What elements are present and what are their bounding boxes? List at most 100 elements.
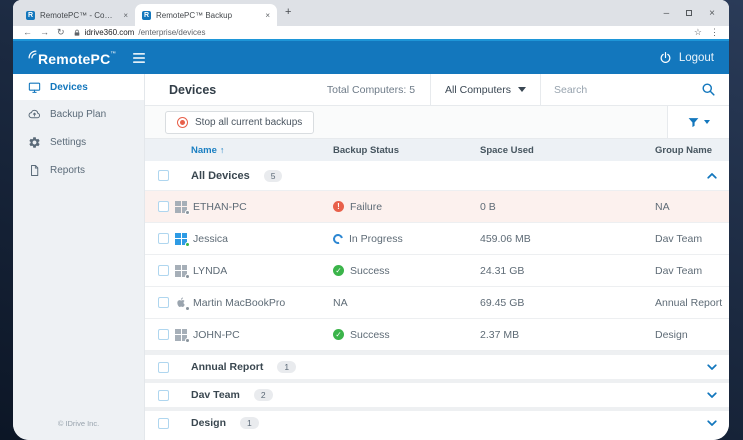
collapse-chevron-up-icon[interactable] <box>705 169 719 183</box>
filter-funnel-icon <box>687 116 700 129</box>
column-name[interactable]: Name↑ <box>145 145 333 156</box>
expand-chevron-down-icon[interactable] <box>705 388 719 402</box>
success-icon: ✓ <box>333 329 344 340</box>
minimize-button[interactable]: – <box>664 8 670 19</box>
row-checkbox[interactable] <box>158 329 169 340</box>
backup-status: In Progress <box>349 233 403 245</box>
device-rows: ETHAN-PC!Failure0 BNAJessicaIn Progress4… <box>145 191 729 351</box>
presence-dot <box>185 306 190 311</box>
bookmark-star-icon[interactable]: ☆ <box>694 28 702 37</box>
close-window-button[interactable]: × <box>709 8 715 19</box>
stop-all-backups-button[interactable]: Stop all current backups <box>165 111 314 134</box>
sidebar-item-backup-plan[interactable]: Backup Plan <box>13 100 144 128</box>
desktop-background: R RemotePC™ - Computers × R RemotePC™ Ba… <box>0 0 743 440</box>
sidebar-item-label: Reports <box>50 165 85 176</box>
chevron-down-icon <box>704 120 710 124</box>
browser-menu-icon[interactable]: ⋮ <box>710 28 719 37</box>
copyright-label: © IDrive Inc. <box>13 419 144 428</box>
group-row[interactable]: Annual Report1 <box>145 351 729 379</box>
group-row[interactable]: Design1 <box>145 407 729 435</box>
report-icon <box>28 164 41 177</box>
all-devices-row[interactable]: All Devices 5 <box>145 161 729 191</box>
signal-arcs-icon <box>28 50 37 59</box>
group-name: NA <box>655 201 670 213</box>
group-label: Design <box>191 417 226 429</box>
window-controls: – × <box>664 8 723 19</box>
backup-status: NA <box>333 297 348 309</box>
device-name: LYNDA <box>193 265 227 277</box>
space-used: 69.45 GB <box>480 297 524 309</box>
windows-logo-icon <box>175 329 187 341</box>
chevron-down-icon <box>518 87 526 92</box>
device-row[interactable]: LYNDA✓Success24.31 GBDav Team <box>145 255 729 287</box>
new-tab-button[interactable]: + <box>285 7 291 20</box>
group-label: Dav Team <box>191 389 240 401</box>
reload-icon[interactable]: ↻ <box>57 28 65 37</box>
tab-title: RemotePC™ Backup <box>156 11 260 20</box>
sidebar-item-settings[interactable]: Settings <box>13 128 144 156</box>
device-name: Martin MacBookPro <box>193 297 285 309</box>
forward-icon[interactable]: → <box>40 28 49 37</box>
device-row[interactable]: JOHN-PC✓Success2.37 MBDesign <box>145 319 729 351</box>
gear-icon <box>28 136 41 149</box>
backup-status: Failure <box>350 201 382 213</box>
table-header: Name↑ Backup Status Space Used Group Nam… <box>145 139 729 161</box>
windows-logo-icon <box>175 233 187 245</box>
monitor-icon <box>28 81 41 94</box>
presence-dot <box>185 210 190 215</box>
group-checkbox[interactable] <box>158 362 169 373</box>
device-count-badge: 5 <box>264 170 283 182</box>
row-checkbox[interactable] <box>158 233 169 244</box>
sort-ascending-icon: ↑ <box>220 145 225 155</box>
device-row[interactable]: ETHAN-PC!Failure0 BNA <box>145 191 729 223</box>
expand-chevron-down-icon[interactable] <box>705 416 719 430</box>
column-group-name[interactable]: Group Name <box>655 145 695 156</box>
row-checkbox[interactable] <box>158 201 169 212</box>
space-used: 2.37 MB <box>480 329 519 341</box>
tab-remotepc-computers[interactable]: R RemotePC™ - Computers × <box>19 4 135 26</box>
presence-dot <box>185 338 190 343</box>
success-icon: ✓ <box>333 265 344 276</box>
app-body: Devices Backup Plan Settings <box>13 74 729 440</box>
expand-chevron-down-icon[interactable] <box>705 360 719 374</box>
browser-tab-bar: R RemotePC™ - Computers × R RemotePC™ Ba… <box>13 0 729 26</box>
device-name: ETHAN-PC <box>193 201 247 213</box>
group-count-badge: 2 <box>254 389 273 401</box>
column-backup-status[interactable]: Backup Status <box>333 145 480 156</box>
apple-logo-icon <box>175 296 187 309</box>
hamburger-menu-icon[interactable] <box>132 52 146 64</box>
devices-toolbar: Devices Total Computers: 5 All Computers <box>145 74 729 106</box>
group-name: Annual Report <box>655 297 722 309</box>
logout-button[interactable]: Logout <box>659 51 714 64</box>
windows-logo-icon <box>175 201 187 213</box>
search-input[interactable] <box>541 84 701 96</box>
stop-record-icon <box>177 117 188 128</box>
maximize-button[interactable] <box>686 10 692 16</box>
computers-dropdown[interactable]: All Computers <box>431 84 540 96</box>
device-name: Jessica <box>193 233 228 245</box>
address-bar[interactable]: idrive360.com/enterprise/devices <box>73 28 686 37</box>
filter-button[interactable] <box>667 106 729 138</box>
group-checkbox[interactable] <box>158 418 169 429</box>
device-row[interactable]: JessicaIn Progress459.06 MBDav Team <box>145 223 729 255</box>
url-path: /enterprise/devices <box>138 28 205 37</box>
group-checkbox[interactable] <box>158 390 169 401</box>
tab-close-icon[interactable]: × <box>123 11 128 20</box>
column-space-used[interactable]: Space Used <box>480 145 655 156</box>
sidebar-item-label: Settings <box>50 137 86 148</box>
tab-close-icon[interactable]: × <box>265 11 270 20</box>
stop-all-backups-label: Stop all current backups <box>195 117 302 128</box>
backup-status: Success <box>350 265 390 277</box>
device-row[interactable]: Martin MacBookPro NA 69.45 GB Annual Report <box>145 287 729 319</box>
row-checkbox[interactable] <box>158 265 169 276</box>
sidebar-item-reports[interactable]: Reports <box>13 156 144 184</box>
row-checkbox[interactable] <box>158 297 169 308</box>
tab-remotepc-backup[interactable]: R RemotePC™ Backup × <box>135 4 277 26</box>
all-devices-checkbox[interactable] <box>158 170 169 181</box>
group-row[interactable]: Dav Team 2 <box>145 379 729 407</box>
url-domain: idrive360.com <box>85 28 135 37</box>
back-icon[interactable]: ← <box>23 28 32 37</box>
sidebar-item-devices[interactable]: Devices <box>13 74 144 100</box>
group-name: Dav Team <box>655 265 702 277</box>
search-icon[interactable] <box>701 82 716 97</box>
